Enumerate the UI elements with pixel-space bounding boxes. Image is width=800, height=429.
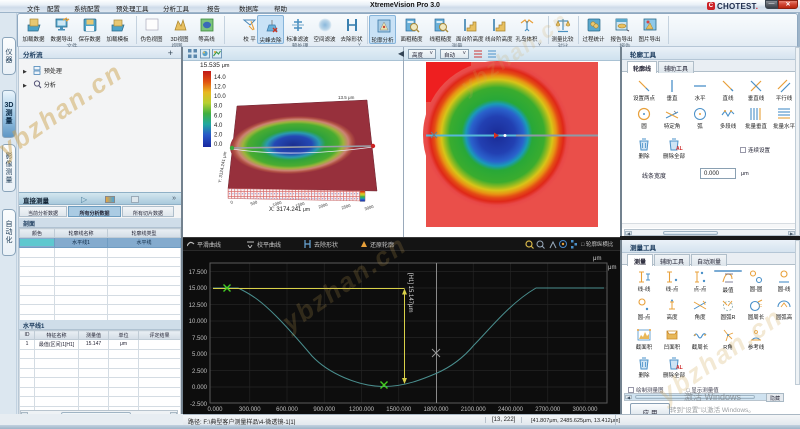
svg-text:Y: 3124.241 μm: Y: 3124.241 μm xyxy=(217,151,227,183)
svg-text:300.000: 300.000 xyxy=(239,407,261,413)
svg-text:1500.000: 1500.000 xyxy=(386,407,412,413)
svg-text:14.0: 14.0 xyxy=(214,75,226,81)
svg-text:2500: 2500 xyxy=(341,203,352,211)
svg-text:1200.000: 1200.000 xyxy=(349,407,375,413)
svg-text:7.500: 7.500 xyxy=(192,336,208,342)
svg-text:17.500: 17.500 xyxy=(189,270,208,276)
svg-text:3000.000: 3000.000 xyxy=(572,407,598,413)
svg-text:ALL: ALL xyxy=(676,146,683,151)
svg-text:0: 0 xyxy=(230,199,234,205)
svg-text:12.0: 12.0 xyxy=(214,85,226,91)
svg-text:900.000: 900.000 xyxy=(313,407,335,413)
svg-text:12.500: 12.500 xyxy=(189,303,208,309)
svg-text:2.0: 2.0 xyxy=(214,132,223,138)
svg-text:0.000: 0.000 xyxy=(207,407,223,413)
svg-text:4.0: 4.0 xyxy=(214,123,223,129)
svg-text:0.0: 0.0 xyxy=(214,142,223,148)
svg-text:8.0: 8.0 xyxy=(214,104,223,110)
svg-text:[H1] 15.147μm: [H1] 15.147μm xyxy=(407,273,413,312)
svg-text:10.0: 10.0 xyxy=(214,94,226,100)
svg-text:-2.500: -2.500 xyxy=(190,402,208,408)
svg-text:1800.000: 1800.000 xyxy=(423,407,449,413)
svg-text:10.000: 10.000 xyxy=(189,319,208,325)
svg-text:2400.000: 2400.000 xyxy=(498,407,524,413)
svg-text:3000: 3000 xyxy=(364,204,375,212)
svg-text:2000: 2000 xyxy=(318,202,329,210)
svg-text:500: 500 xyxy=(250,199,259,206)
svg-text:6.0: 6.0 xyxy=(214,113,223,119)
svg-text:5.000: 5.000 xyxy=(192,352,208,358)
svg-text:600.000: 600.000 xyxy=(276,407,298,413)
svg-text:13.5 μm: 13.5 μm xyxy=(338,95,355,100)
svg-text:μm: μm xyxy=(593,256,601,262)
svg-text:0.000: 0.000 xyxy=(192,385,208,391)
svg-text:2.500: 2.500 xyxy=(192,369,208,375)
svg-text:X: 3174.241 μm: X: 3174.241 μm xyxy=(269,207,310,213)
svg-text:15.000: 15.000 xyxy=(189,286,208,292)
svg-text:μm: μm xyxy=(608,265,616,271)
svg-text:2700.000: 2700.000 xyxy=(535,407,561,413)
svg-text:15.535 μm: 15.535 μm xyxy=(200,62,230,69)
svg-text:2100.000: 2100.000 xyxy=(461,407,487,413)
